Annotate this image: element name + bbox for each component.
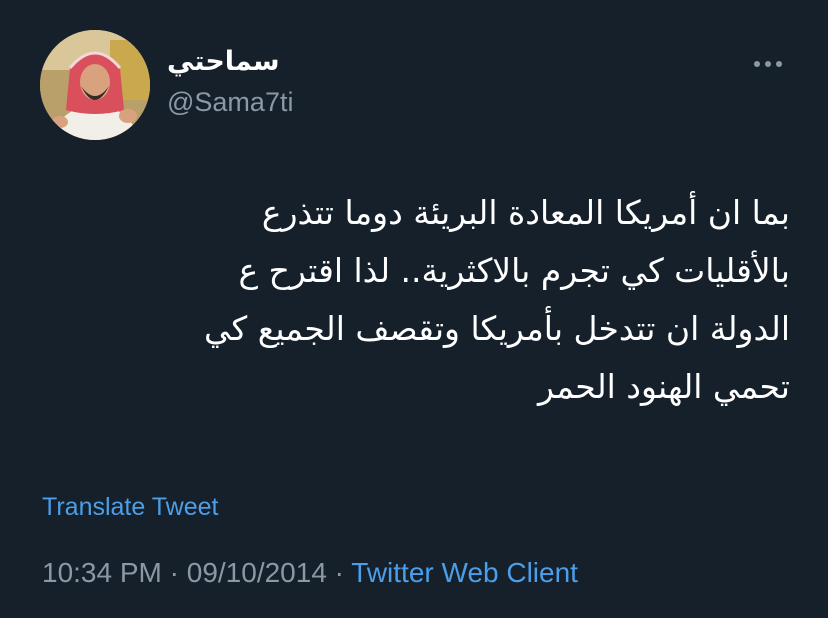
meta-separator: · bbox=[334, 557, 344, 588]
tweet-card: سماحتي @Sama7ti بما ان أمريكا المعادة ال… bbox=[0, 0, 828, 618]
user-handle[interactable]: @Sama7ti bbox=[167, 84, 293, 120]
tweet-text-line: الدولة ان تتدخل بأمريكا وتقصف الجميع كي bbox=[204, 309, 790, 348]
profile-photo-icon bbox=[40, 30, 150, 140]
translate-tweet-link[interactable]: Translate Tweet bbox=[42, 490, 218, 524]
tweet-date[interactable]: 09/10/2014 bbox=[187, 557, 327, 588]
tweet-text-line: تحمي الهنود الحمر bbox=[538, 367, 790, 406]
tweet-meta: 10:34 PM · 09/10/2014 · Twitter Web Clie… bbox=[42, 554, 578, 592]
tweet-text-line: بالأقليات كي تجرم بالاكثرية.. لذا اقترح … bbox=[238, 251, 790, 290]
tweet-text-line: بما ان أمريكا المعادة البريئة دوما تتذرع bbox=[261, 193, 790, 232]
more-button[interactable] bbox=[748, 52, 788, 76]
display-name[interactable]: سماحتي bbox=[167, 44, 280, 80]
tweet-source-link[interactable]: Twitter Web Client bbox=[351, 557, 578, 588]
tweet-time[interactable]: 10:34 PM bbox=[42, 557, 162, 588]
avatar[interactable] bbox=[40, 30, 150, 140]
tweet-text: بما ان أمريكا المعادة البريئة دوما تتذرع… bbox=[40, 184, 790, 416]
more-horizontal-icon bbox=[754, 61, 782, 67]
meta-separator: · bbox=[169, 557, 179, 588]
